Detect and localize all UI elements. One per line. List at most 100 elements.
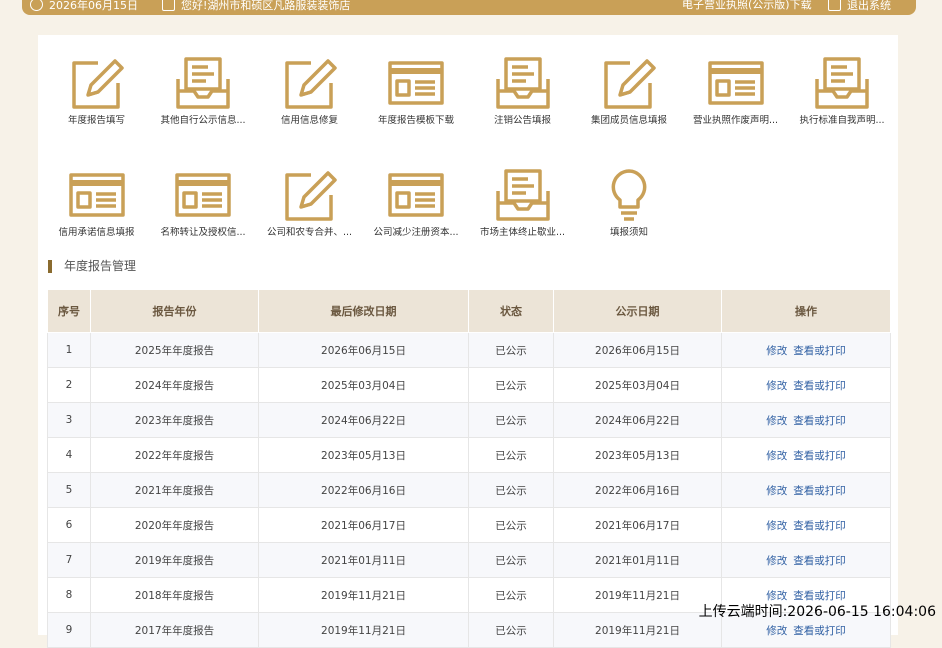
tile-item[interactable]: 信用信息修复 [257,55,362,127]
tile-item[interactable]: 其他自行公示信息... [151,55,256,127]
main-card: 年度报告填写 其他自行公示信息... 信用信息修复 年度报告模板下载 注销公告填报 集团成… [38,35,898,648]
cell-index: 4 [47,437,91,473]
cell-publish-date: 2021年01月11日 [553,542,722,578]
cell-status: 已公示 [468,577,554,613]
edit-link[interactable]: 修改 [766,625,787,637]
template-icon [683,55,788,111]
tile-label: 市场主体终止歇业... [479,227,566,238]
cell-actions: 修改 查看或打印 [721,332,891,368]
template-icon [364,167,469,223]
view-print-link[interactable]: 查看或打印 [793,485,846,497]
cell-actions: 修改 查看或打印 [721,367,891,403]
col-header-status: 状态 [468,289,554,333]
table-row: 3 2023年年度报告 2024年06月22日 已公示 2024年06月22日 修改 查看或… [47,402,891,438]
col-header-publish-date: 公示日期 [553,289,722,333]
tile-label: 信用信息修复 [280,115,338,126]
edit-link[interactable]: 修改 [766,590,787,602]
view-print-link[interactable]: 查看或打印 [793,450,846,462]
cell-year: 2020年年度报告 [90,507,259,543]
cell-year: 2017年年度报告 [90,612,259,648]
tile-item[interactable]: 年度报告模板下载 [364,55,469,127]
col-header-modified: 最后修改日期 [258,289,469,333]
cell-publish-date: 2019年11月21日 [553,577,722,613]
license-download-text: 电子营业执照(公示版)下载 [682,0,812,11]
edit-link[interactable]: 修改 [766,415,787,427]
tile-item[interactable]: 名称转让及授权信... [151,167,256,239]
inbox-icon [790,55,895,111]
tile-item[interactable]: 市场主体终止歇业... [470,167,575,239]
edit-link[interactable]: 修改 [766,555,787,567]
view-print-link[interactable]: 查看或打印 [793,520,846,532]
tile-item[interactable]: 营业执照作废声明... [683,55,788,127]
edit-link[interactable]: 修改 [766,345,787,357]
tile-label: 公司减少注册资本... [373,227,459,238]
tile-label: 营业执照作废声明... [692,115,779,126]
cell-index: 9 [47,612,91,648]
cell-publish-date: 2025年03月04日 [553,367,722,403]
cell-status: 已公示 [468,437,554,473]
view-print-link[interactable]: 查看或打印 [793,380,846,392]
clock-icon [30,0,43,11]
upload-timestamp: 上传云端时间:2026-06-15 16:04:06 [698,604,936,620]
welcome-text: 您好!湖州市和硕区凡路服装装饰店 [181,0,351,12]
cell-index: 3 [47,402,91,438]
lightbulb-icon [577,167,682,223]
cell-publish-date: 2023年05月13日 [553,437,722,473]
cell-actions: 修改 查看或打印 [721,402,891,438]
template-icon [44,167,149,223]
cell-year: 2023年年度报告 [90,402,259,438]
pencil-form-icon [257,167,362,223]
tile-item[interactable]: 执行标准自我声明... [790,55,895,127]
tile-label: 年度报告模板下载 [377,115,454,126]
cell-index: 7 [47,542,91,578]
pencil-form-icon [44,55,149,111]
tile-item[interactable]: 公司减少注册资本... [364,167,469,239]
edit-link[interactable]: 修改 [766,520,787,532]
edit-link[interactable]: 修改 [766,450,787,462]
cell-status: 已公示 [468,367,554,403]
cell-modified: 2024年06月22日 [258,402,469,438]
cell-status: 已公示 [468,612,554,648]
cell-modified: 2021年06月17日 [258,507,469,543]
view-print-link[interactable]: 查看或打印 [793,625,846,637]
license-download-link[interactable]: 电子营业执照(公示版)下载 [682,0,817,12]
tile-item[interactable]: 集团成员信息填报 [577,55,682,127]
view-print-link[interactable]: 查看或打印 [793,590,846,602]
cell-year: 2025年年度报告 [90,332,259,368]
cell-publish-date: 2024年06月22日 [553,402,722,438]
cell-index: 5 [47,472,91,508]
col-header-actions: 操作 [721,289,891,333]
cell-index: 6 [47,507,91,543]
tile-item[interactable]: 注销公告填报 [470,55,575,127]
logout-icon [828,0,841,11]
tile-item[interactable]: 信用承诺信息填报 [44,167,149,239]
cell-status: 已公示 [468,332,554,368]
table-row: 7 2019年年度报告 2021年01月11日 已公示 2021年01月11日 修改 查看或… [47,542,891,578]
cell-modified: 2019年11月21日 [258,577,469,613]
cell-index: 8 [47,577,91,613]
logout-text: 退出系统 [847,0,891,12]
tile-label: 注销公告填报 [493,115,551,126]
view-print-link[interactable]: 查看或打印 [793,415,846,427]
logout-button[interactable]: 退出系统 [828,0,908,13]
inbox-icon [470,55,575,111]
edit-link[interactable]: 修改 [766,380,787,392]
cell-year: 2018年年度报告 [90,577,259,613]
tile-label: 信用承诺信息填报 [58,227,135,238]
cell-publish-date: 2021年06月17日 [553,507,722,543]
view-print-link[interactable]: 查看或打印 [793,345,846,357]
view-print-link[interactable]: 查看或打印 [793,555,846,567]
cell-year: 2019年年度报告 [90,542,259,578]
tile-label: 名称转让及授权信... [160,227,246,238]
tile-item[interactable]: 公司和农专合并、... [257,167,362,239]
cell-index: 2 [47,367,91,403]
template-icon [364,55,469,111]
edit-link[interactable]: 修改 [766,485,787,497]
annual-report-table: 序号 报告年份 最后修改日期 状态 公示日期 操作 1 2025年年度报告 2026… [47,289,891,648]
cell-year: 2024年年度报告 [90,367,259,403]
document-icon [162,0,175,11]
tile-label: 年度报告填写 [67,115,125,126]
tile-item[interactable]: 填报须知 [577,167,682,239]
cell-actions: 修改 查看或打印 [721,507,891,543]
tile-item[interactable]: 年度报告填写 [44,55,149,127]
